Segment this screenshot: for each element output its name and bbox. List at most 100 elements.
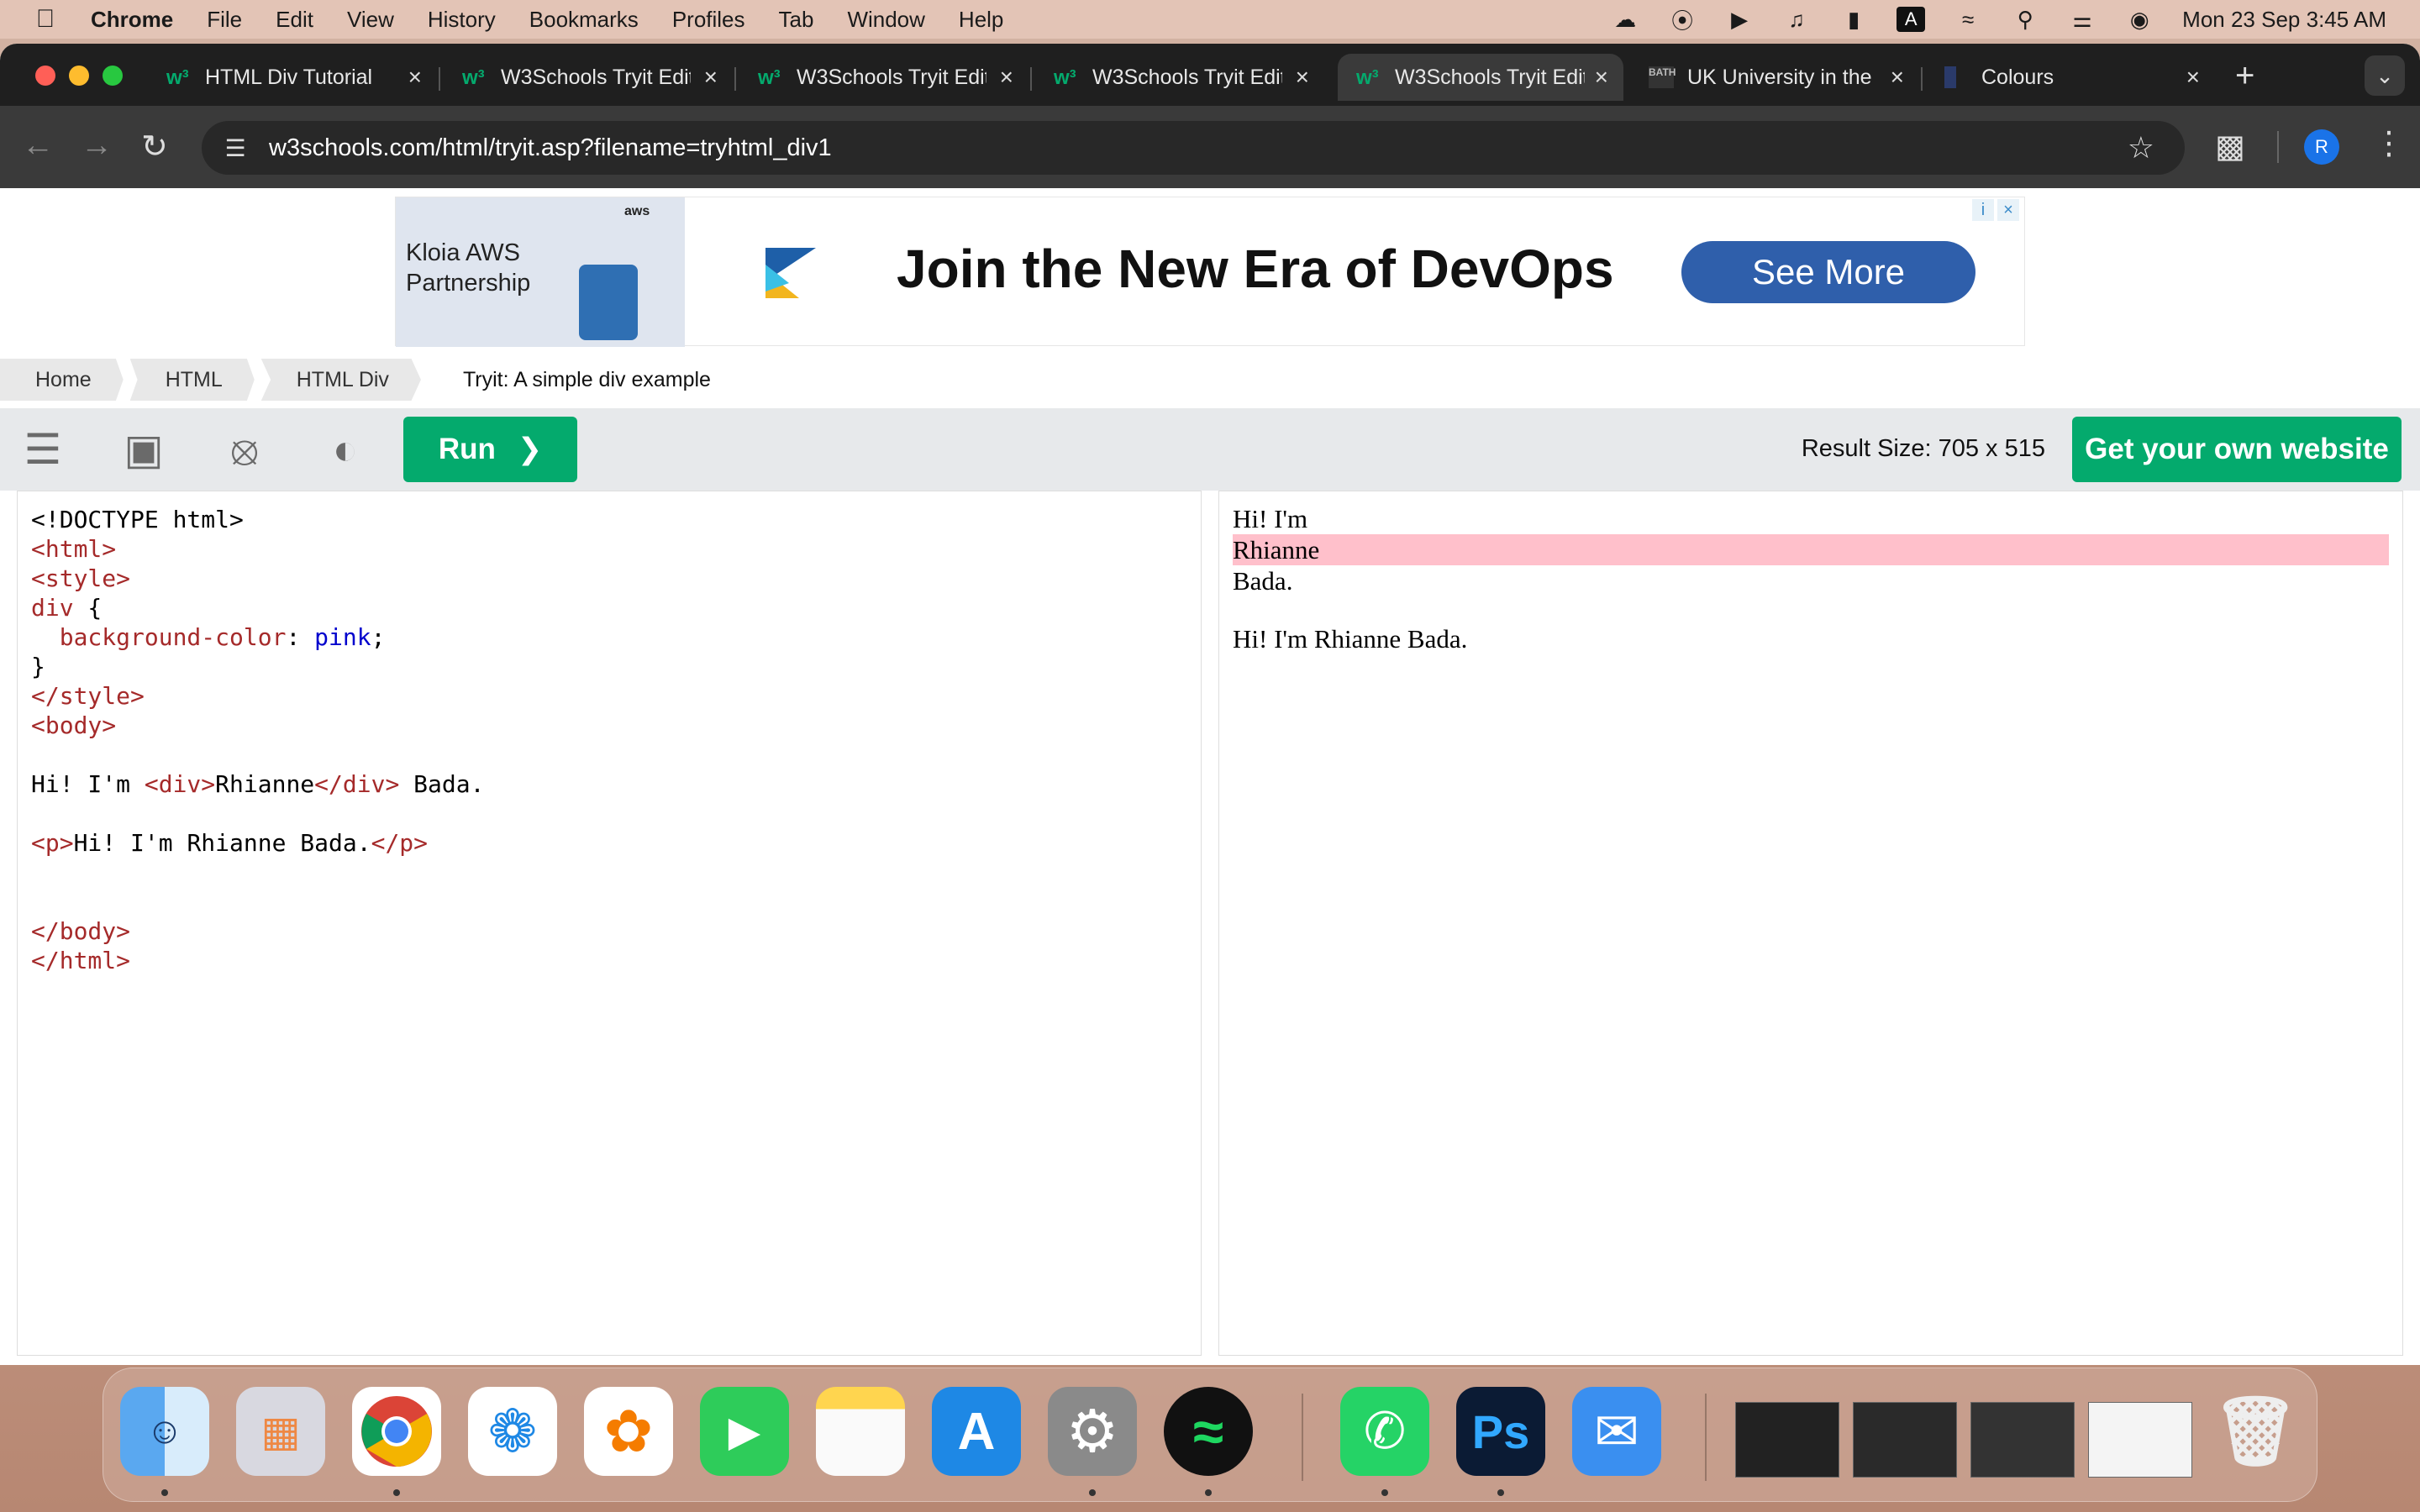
tab-tryit-active[interactable]: w³ W3Schools Tryit Editor × (1338, 54, 1623, 101)
code-line-empty[interactable] (31, 740, 1187, 769)
dock-photoshop[interactable]: Ps (1456, 1387, 1545, 1476)
code-line-empty[interactable] (31, 858, 1187, 887)
airdrop-icon[interactable]: ⦿ (1668, 7, 1697, 34)
code-line[interactable]: <!DOCTYPE html> (31, 505, 1187, 534)
close-tab-icon[interactable]: × (2186, 64, 2200, 91)
play-icon[interactable]: ▶ (1725, 7, 1754, 32)
menubar-datetime[interactable]: Mon 23 Sep 3:45 AM (2182, 7, 2386, 33)
spotlight-search-icon[interactable]: ⚲ (2011, 7, 2039, 32)
dock-safari[interactable]: ❁ (468, 1387, 557, 1476)
control-center-icon[interactable]: ⚌ (2068, 7, 2096, 32)
breadcrumb-html-div[interactable]: HTML Div (260, 359, 421, 401)
result-frame[interactable]: Hi! I'm Rhianne Bada. Hi! I'm Rhianne Ba… (1218, 491, 2403, 1356)
dock-finder[interactable]: ☺ (120, 1387, 209, 1476)
menu-profiles[interactable]: Profiles (672, 7, 745, 33)
dock-whatsapp[interactable]: ✆ (1340, 1387, 1429, 1476)
address-bar[interactable]: ☰ w3schools.com/html/tryit.asp?filename=… (202, 121, 2185, 175)
dock-facetime[interactable]: ▶ (700, 1387, 789, 1476)
ad-banner[interactable]: aws Kloia AWS Partnership Join the New E… (395, 197, 2025, 347)
code-line[interactable]: </html> (31, 946, 1187, 975)
back-icon[interactable]: ← (22, 128, 54, 164)
headphones-icon[interactable]: ♫ (1782, 7, 1811, 32)
menu-tab[interactable]: Tab (779, 7, 814, 33)
dock-app-store[interactable]: A (932, 1387, 1021, 1476)
dock-minimized-spotify-window[interactable] (1735, 1402, 1839, 1478)
dock-chrome[interactable] (352, 1387, 441, 1476)
close-tab-icon[interactable]: × (1891, 64, 1904, 91)
code-line[interactable]: </style> (31, 681, 1187, 711)
dock-spotify[interactable]: ≈ (1164, 1387, 1253, 1476)
input-source-icon[interactable]: A (1897, 7, 1926, 32)
wifi-icon[interactable]: ≈ (1954, 7, 1982, 32)
dock-system-settings[interactable]: ⚙ (1048, 1387, 1137, 1476)
close-tab-icon[interactable]: × (1595, 64, 1608, 91)
extensions-icon[interactable]: ▩ (2215, 128, 2245, 165)
code-line[interactable]: Hi! I'm <div>Rhianne</div> Bada. (31, 769, 1187, 799)
menu-hamburger-icon[interactable]: ☰ (17, 423, 69, 475)
get-website-button[interactable]: Get your own website (2072, 417, 2402, 482)
menu-history[interactable]: History (428, 7, 496, 33)
close-tab-icon[interactable]: × (408, 64, 422, 91)
code-line[interactable]: <html> (31, 534, 1187, 564)
dock-mail[interactable]: ✉ (1572, 1387, 1661, 1476)
tab-colours[interactable]: Colours × (1926, 54, 2215, 101)
bookmark-star-icon[interactable]: ☆ (2128, 130, 2154, 165)
ad-see-more-button[interactable]: See More (1681, 241, 1975, 303)
menu-chrome[interactable]: Chrome (91, 7, 173, 33)
close-tab-icon[interactable]: × (1296, 64, 1309, 91)
code-line[interactable]: } (31, 652, 1187, 681)
dock-minimized-chrome-window-2[interactable] (2088, 1402, 2192, 1478)
site-info-icon[interactable]: ☰ (202, 134, 269, 162)
url-text[interactable]: w3schools.com/html/tryit.asp?filename=tr… (269, 134, 832, 162)
profile-avatar[interactable]: R (2304, 129, 2339, 165)
dock-minimized-chrome-window-1[interactable] (1853, 1402, 1957, 1478)
breadcrumb-home[interactable]: Home (0, 359, 124, 401)
run-button[interactable]: Run ❯ (403, 417, 577, 482)
close-window-button[interactable] (35, 66, 55, 86)
tab-tryit-3[interactable]: w³ W3Schools Tryit Editor × (1035, 54, 1324, 101)
tab-tryit-1[interactable]: w³ W3Schools Tryit Editor × (444, 54, 736, 101)
menu-file[interactable]: File (207, 7, 242, 33)
rotate-layout-icon[interactable]: ⦻ (218, 423, 271, 475)
dock-launchpad[interactable]: ▦ (236, 1387, 325, 1476)
battery-icon[interactable]: ▮ (1839, 7, 1868, 32)
tab-uk-university[interactable]: BATH UK University in the × (1630, 54, 1923, 101)
save-icon[interactable]: ▣ (118, 423, 170, 475)
breadcrumb-html[interactable]: HTML (129, 359, 255, 401)
ad-info-icon[interactable]: i (1972, 199, 1994, 221)
code-line[interactable]: background-color: pink; (31, 622, 1187, 652)
code-line[interactable]: <p>Hi! I'm Rhianne Bada.</p> (31, 828, 1187, 858)
code-line[interactable]: <style> (31, 564, 1187, 593)
dark-mode-icon[interactable]: ◐ (319, 423, 371, 475)
apple-icon[interactable]:  (0, 5, 91, 34)
menu-edit[interactable]: Edit (276, 7, 313, 33)
tab-tryit-2[interactable]: w³ W3Schools Tryit Editor × (739, 54, 1032, 101)
dock-notes[interactable] (816, 1387, 905, 1476)
code-line-empty[interactable] (31, 887, 1187, 916)
code-line[interactable]: div { (31, 593, 1187, 622)
ad-headline[interactable]: Join the New Era of DevOps (897, 238, 1614, 300)
close-tab-icon[interactable]: × (1000, 64, 1013, 91)
close-tab-icon[interactable]: × (704, 64, 718, 91)
menu-help[interactable]: Help (959, 7, 1003, 33)
code-line-empty[interactable] (31, 799, 1187, 828)
dock-minimized-settings-window[interactable] (1970, 1402, 2075, 1478)
forward-icon[interactable]: → (81, 128, 113, 164)
creative-cloud-icon[interactable]: ☁ (1611, 7, 1639, 32)
code-line[interactable]: <body> (31, 711, 1187, 740)
menu-bookmarks[interactable]: Bookmarks (529, 7, 639, 33)
chrome-menu-icon[interactable]: ⋮ (2373, 124, 2405, 162)
code-line[interactable]: </body> (31, 916, 1187, 946)
menu-window[interactable]: Window (847, 7, 924, 33)
ad-close-icon[interactable]: × (1997, 199, 2019, 221)
tab-html-div-tutorial[interactable]: w³ HTML Div Tutorial × (148, 54, 440, 101)
siri-icon[interactable]: ◉ (2125, 7, 2154, 32)
dock-trash[interactable]: 🗑 (2211, 1387, 2300, 1476)
new-tab-icon[interactable]: + (2235, 57, 2254, 95)
minimize-window-button[interactable] (69, 66, 89, 86)
zoom-window-button[interactable] (103, 66, 123, 86)
dock-photos[interactable]: ✿ (584, 1387, 673, 1476)
ad-thumbnail[interactable]: aws Kloia AWS Partnership (396, 197, 685, 347)
reload-icon[interactable]: ↻ (141, 128, 168, 165)
tab-search-icon[interactable]: ⌄ (2365, 55, 2405, 96)
